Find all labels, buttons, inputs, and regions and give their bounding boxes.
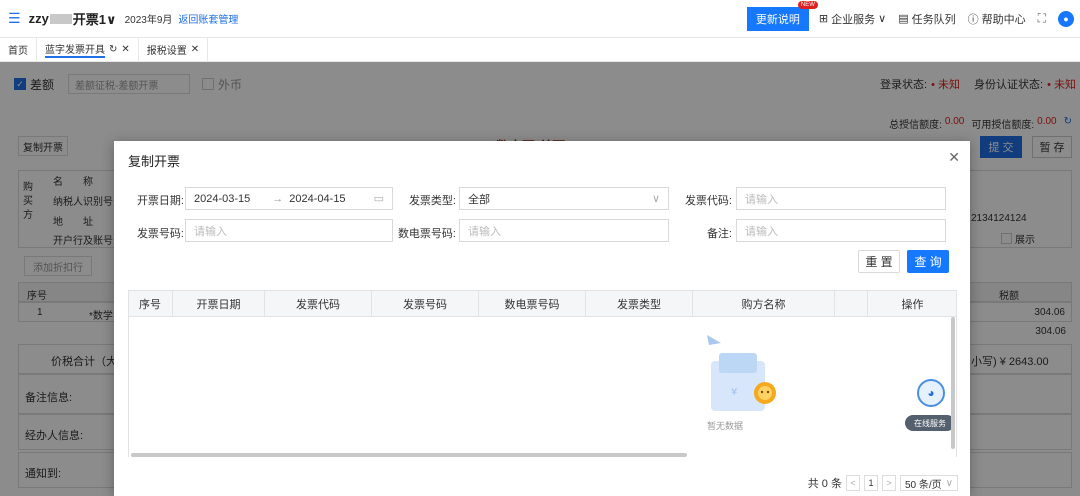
page-number[interactable]: 1 [863,475,878,491]
page-size-select[interactable]: 50 条/页 ∨ [899,475,958,491]
date-end: 2024-04-15 [289,192,346,205]
date-start: 2024-03-15 [194,192,251,205]
number-label: 发票号码: [136,228,184,240]
prev-page-button[interactable]: < [845,475,860,491]
date-arrow: → [272,192,284,205]
col-date: 开票日期 [173,291,265,317]
date-range-picker[interactable]: 2024-03-15 → 2024-04-15 ▭ [185,187,393,210]
table-body: ¥ 暂无数据 ◕ 在线服务 [128,317,957,457]
new-badge: NEW [797,0,818,9]
invoice-number-input[interactable]: 请输入 [185,219,393,242]
update-notes-button[interactable]: 更新说明 NEW [746,0,818,31]
col-code: 发票代码 [265,291,372,317]
horizontal-scrollbar[interactable] [131,453,687,457]
menu-toggle-icon[interactable]: ☰ [8,10,21,27]
fullscreen-icon[interactable]: ⛶ [1038,11,1046,26]
col-number: 发票号码 [372,291,479,317]
online-service-label: 在线服务 [905,415,955,431]
tabs-bar: 首页 蓝字发票开具 ↻ ✕ 报税设置 ✕ [0,37,1080,62]
type-label: 发票类型: [408,195,456,207]
query-button[interactable]: 查 询 [907,250,949,273]
reset-button[interactable]: 重 置 [858,250,900,273]
chevron-down-icon: ∨ [651,193,660,205]
tab-blue-invoice[interactable]: 蓝字发票开具 ↻ ✕ [37,37,139,62]
date-label: 开票日期: [136,195,184,207]
remark-input[interactable]: 请输入 [736,219,946,242]
vertical-scrollbar[interactable] [951,317,955,449]
help-center-button[interactable]: ⓘ 帮助中心 [968,11,1026,27]
close-icon[interactable]: ✕ [121,44,129,55]
svg-text:¥: ¥ [731,387,737,398]
grid-icon: ⊞ [818,13,829,25]
enterprise-service-menu[interactable]: ⊞ 企业服务 ∨ [819,11,886,27]
chat-icon: ◕ [917,379,945,407]
invoice-code-input[interactable]: 请输入 [736,187,946,210]
task-icon: ▤ [898,13,909,25]
col-type: 发票类型 [586,291,693,317]
online-service-widget[interactable]: ◕ 在线服务 [905,379,957,433]
digital-number-input[interactable]: 请输入 [459,219,669,242]
col-buyer: 购方名称 [693,291,835,317]
col-digital-number: 数电票号码 [479,291,586,317]
remark-label: 备注: [706,228,732,240]
col-empty [835,291,868,317]
empty-text: 暂无数据 [707,421,744,431]
task-queue-button[interactable]: ▤ 任务队列 [898,11,955,27]
account-title[interactable]: zzy 开票1∨ [29,9,117,28]
masked-name [49,13,72,24]
digital-number-label: 数电票号码: [397,228,456,240]
chevron-down-icon: ∨ [878,13,887,25]
close-icon[interactable]: ✕ [948,149,960,166]
dialog-title: 复制开票 [128,154,181,169]
tab-tax-settings[interactable]: 报税设置 ✕ [139,37,209,62]
return-account-link[interactable]: 返回账套管理 [178,11,238,26]
empty-illustration: ¥ [699,331,779,421]
calendar-icon: ▭ [373,193,384,205]
total-count: 共 0 条 [807,478,842,490]
next-page-button[interactable]: > [881,475,896,491]
col-seq: 序号 [128,291,173,317]
refresh-icon[interactable]: ↻ [109,44,117,55]
top-bar: ☰ zzy 开票1∨ 2023年9月 返回账套管理 更新说明 NEW ⊞ 企业服务… [0,0,1080,38]
code-label: 发票代码: [684,195,732,207]
question-icon: ⓘ [967,13,979,26]
tab-home[interactable]: 首页 [0,37,37,62]
close-icon[interactable]: ✕ [191,44,199,55]
pagination: 共 0 条 < 1 > 50 条/页 ∨ [808,475,958,491]
chevron-down-icon: ∨ [945,477,953,489]
copy-invoice-dialog: 复制开票 ✕ 开票日期: 2024-03-15 → 2024-04-15 ▭ 发… [114,141,970,496]
invoice-type-select[interactable]: 全部 ∨ [459,187,669,210]
col-actions: 操作 [901,299,924,311]
period-text: 2023年9月 [124,15,173,26]
user-avatar[interactable]: ● [1058,10,1074,27]
